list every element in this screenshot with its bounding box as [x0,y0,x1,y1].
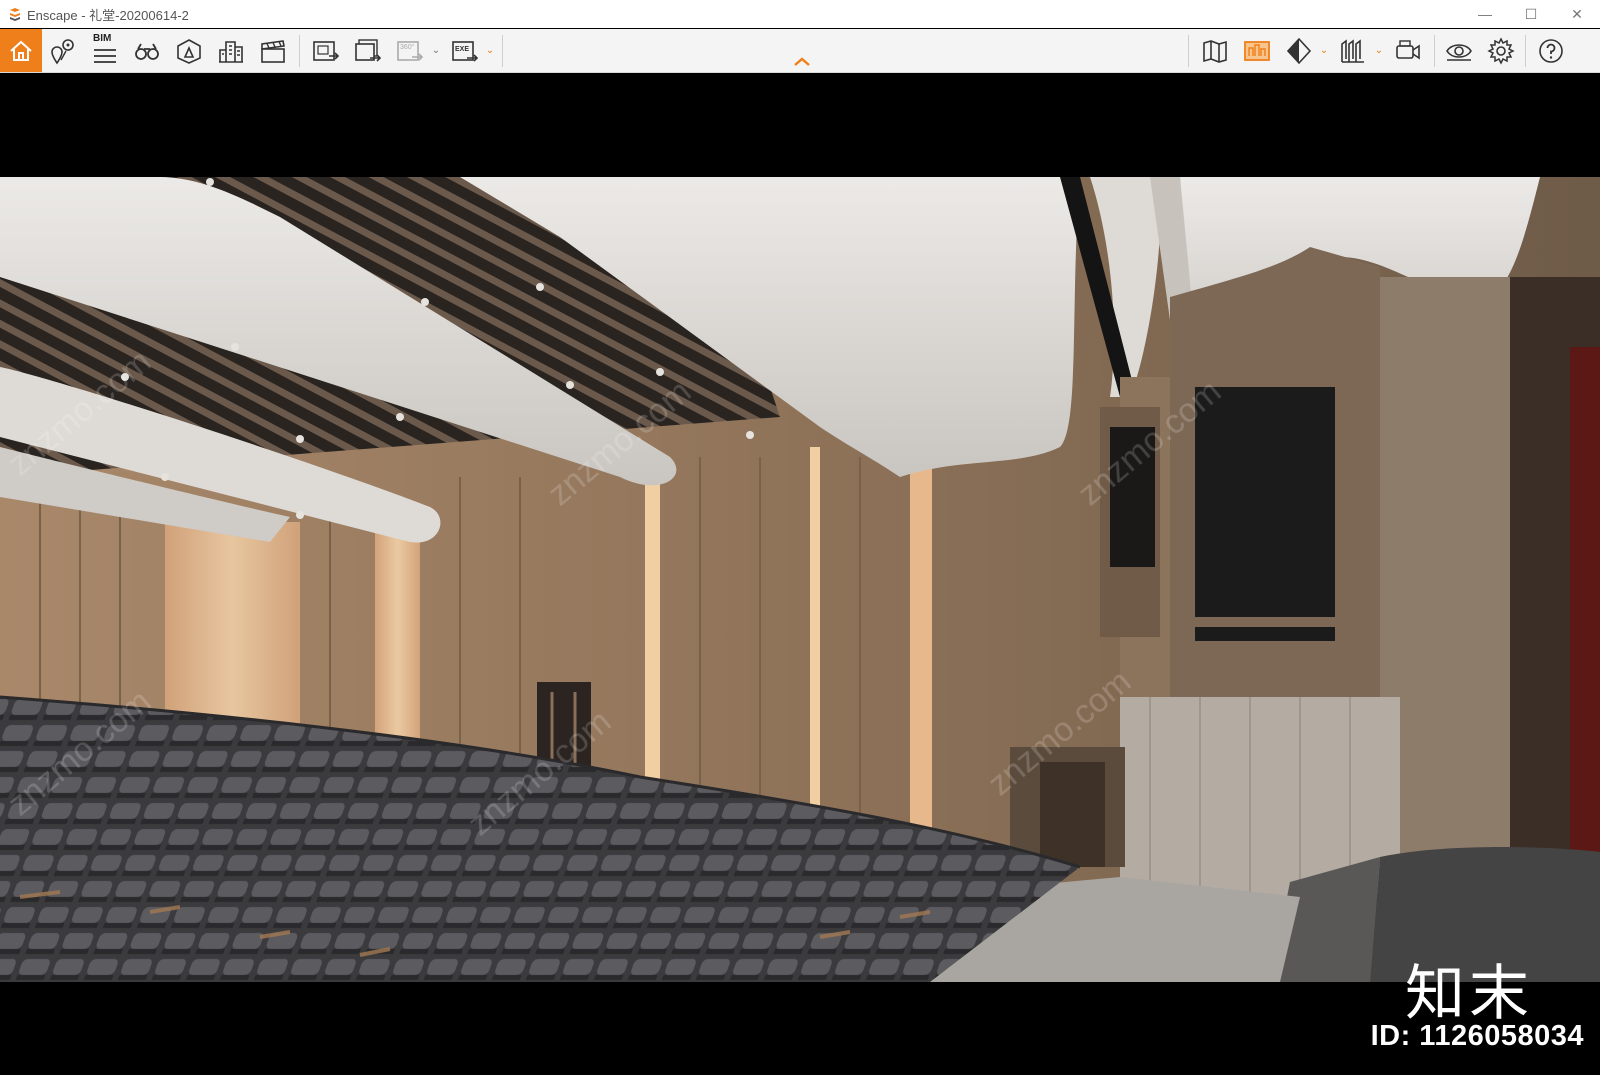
walls-dropdown-icon[interactable]: ⌄ [1373,43,1385,57]
contrast-icon [1286,37,1312,64]
settings-button[interactable] [1480,29,1522,72]
maximize-button[interactable]: ☐ [1508,0,1554,28]
walls-icon [1341,38,1364,63]
view-management-button[interactable] [1236,29,1278,72]
video-camera-button[interactable] [1387,29,1429,72]
toolbar-separator [1188,35,1189,67]
exe-export-button[interactable]: EXE [444,29,486,72]
walls-button[interactable] [1332,29,1374,72]
panorama-360-icon: 360° [397,40,424,61]
visual-settings-button[interactable] [1438,29,1480,72]
binoculars-icon [135,43,159,60]
home-button[interactable] [0,29,42,72]
toolbar-separator [299,35,300,67]
help-button[interactable] [1530,29,1572,72]
svg-text:360°: 360° [400,43,415,51]
export-dropdown-icon[interactable]: ⌄ [484,43,496,57]
video-editor-button[interactable] [252,29,294,72]
collapse-toolbar-chevron-icon[interactable] [790,52,814,70]
gear-icon [1487,36,1515,65]
contrast-dropdown-icon[interactable]: ⌄ [1318,43,1330,57]
map-icon [1203,39,1227,63]
toolbar-separator [1525,35,1526,67]
map-button[interactable] [1194,29,1236,72]
bim-label: BIM [93,33,112,44]
toolbar-separator [502,35,503,67]
home-icon [10,40,32,61]
toolbar-separator [1434,35,1435,67]
render-viewport[interactable]: znzmo.com znzmo.com znzmo.com znzmo.com … [0,73,1600,1075]
panorama-dropdown-icon[interactable]: ⌄ [430,43,442,57]
clapperboard-icon [261,39,285,63]
svg-text:EXE: EXE [455,46,469,53]
asset-library-button[interactable] [168,29,210,72]
binoculars-button[interactable] [126,29,168,72]
window-title: Enscape - 礼堂-20200614-2 [27,7,189,23]
location-pin-icon [51,38,74,64]
window-controls: — ☐ ✕ [1462,0,1600,28]
asset-library-icon [177,38,201,64]
batch-render-icon [355,38,382,62]
exe-export-icon: EXE [452,40,479,62]
location-pin-button[interactable] [42,29,84,72]
eye-icon [1446,43,1472,61]
image-id-watermark: ID: 1126058034 [1370,1020,1584,1052]
help-icon [1539,38,1563,63]
title-bar: Enscape - 礼堂-20200614-2 — ☐ ✕ [0,0,1600,28]
brand-watermark: 知末 [1405,959,1533,1029]
screenshot-export-button[interactable] [305,29,347,72]
minimize-button[interactable]: — [1462,0,1508,28]
orange-building-view-icon [1244,40,1270,61]
auditorium-render: znzmo.com znzmo.com znzmo.com znzmo.com … [0,177,1600,982]
panorama-button[interactable]: 360° [389,29,431,72]
city-buildings-button[interactable] [210,29,252,72]
batch-render-button[interactable] [347,29,389,72]
enscape-logo-icon [10,8,20,21]
contrast-button[interactable] [1278,29,1320,72]
video-camera-icon [1396,39,1420,59]
close-button[interactable]: ✕ [1554,0,1600,28]
city-buildings-icon [219,40,243,63]
screenshot-export-icon [313,40,340,61]
